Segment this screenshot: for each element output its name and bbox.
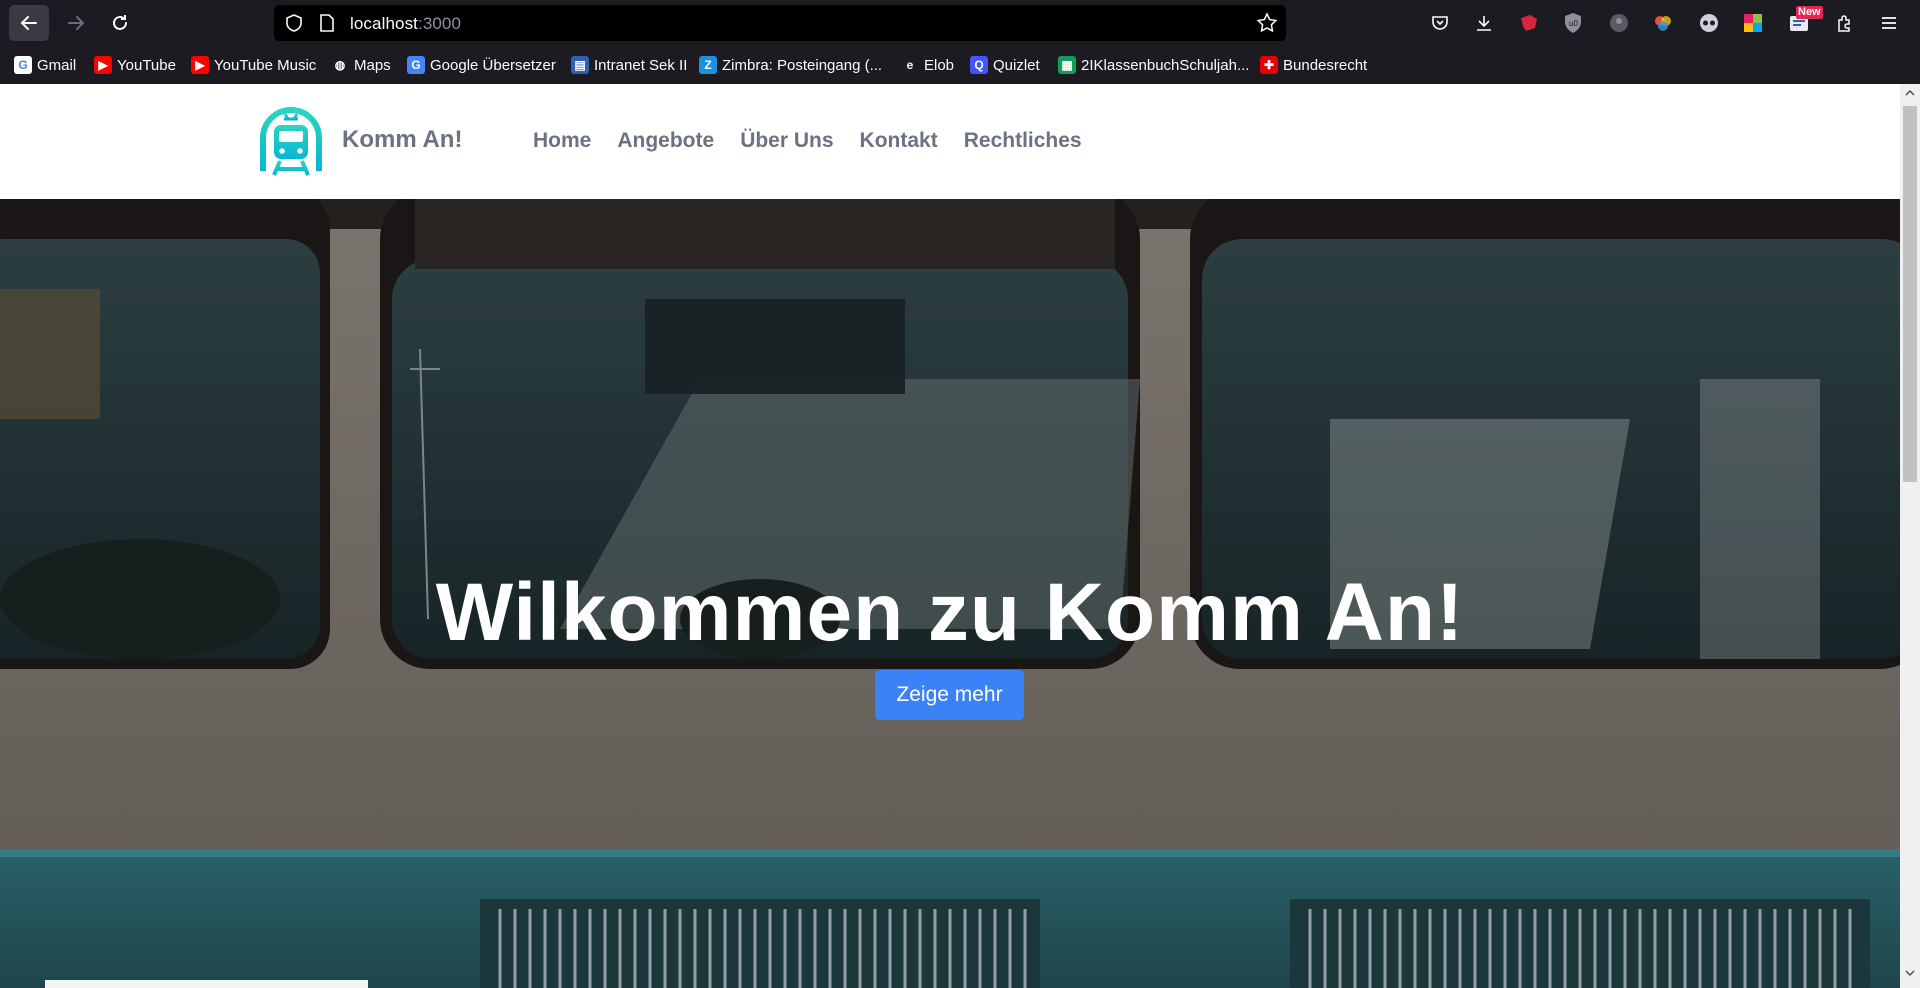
site-header: Komm An! Home Angebote Über Uns Kontakt … xyxy=(0,84,1900,199)
colorful-extension-icon[interactable] xyxy=(1740,10,1766,36)
bookmarks-bar: G Gmail ▶ YouTube ▶ YouTube Music ◍ Maps G Google… xyxy=(0,46,1920,84)
back-button[interactable] xyxy=(9,5,49,41)
hero-section: Wilkommen zu Komm An! Zeige mehr xyxy=(0,199,1900,988)
scroll-down-icon[interactable] xyxy=(1905,968,1915,978)
arrow-right-icon xyxy=(68,16,85,30)
elob-icon: e xyxy=(901,56,919,74)
ublock-icon[interactable]: u0 xyxy=(1560,10,1586,36)
new-badge: New xyxy=(1796,6,1823,19)
url-text: localhost:3000 xyxy=(350,14,462,33)
bottom-strip xyxy=(45,980,368,988)
nav-rechtliches[interactable]: Rechtliches xyxy=(964,129,1082,153)
arrow-left-icon xyxy=(20,16,37,30)
bookmark-label: Maps xyxy=(354,56,391,74)
zimbra-icon: Z xyxy=(699,56,717,74)
intranet-icon: ▤ xyxy=(571,56,589,74)
download-icon[interactable] xyxy=(1471,10,1497,36)
scrollbar-thumb[interactable] xyxy=(1903,106,1917,482)
bookmark-globe[interactable]: ◍ Maps xyxy=(331,56,391,74)
reload-icon xyxy=(113,15,127,30)
brand-name[interactable]: Komm An! xyxy=(342,126,462,154)
bookmark-label: Intranet Sek II xyxy=(594,56,688,74)
svg-text:u0: u0 xyxy=(1569,19,1578,28)
nav-ueber-uns[interactable]: Über Uns xyxy=(740,129,833,153)
new-extension-icon[interactable]: New xyxy=(1786,6,1823,36)
bookmark-label: YouTube Music xyxy=(214,56,317,74)
shield-icon[interactable] xyxy=(284,13,304,33)
hero-title: Wilkommen zu Komm An! xyxy=(435,567,1465,658)
pocket-icon[interactable] xyxy=(1427,10,1453,36)
bookmark-intranet[interactable]: ▤ Intranet Sek II xyxy=(571,56,687,74)
bookmark-label: Elob xyxy=(924,56,955,74)
bookmark-label: Zimbra: Posteingang (... xyxy=(722,56,883,74)
nav-angebote[interactable]: Angebote xyxy=(617,129,714,153)
youtube-icon: ▶ xyxy=(94,56,112,74)
bookmark-youtube[interactable]: ▶ YouTube xyxy=(94,56,176,74)
page-viewport: Komm An! Home Angebote Über Uns Kontakt … xyxy=(0,84,1920,988)
swiss-flag-icon: ✚ xyxy=(1260,56,1278,74)
bookmark-star-icon[interactable] xyxy=(1256,12,1278,34)
bookmark-label: Bundesrecht xyxy=(1283,56,1368,74)
bookmark-translate[interactable]: G Google Übersetzer xyxy=(407,56,556,74)
color-extension-icon[interactable] xyxy=(1650,10,1676,36)
train-logo-icon[interactable] xyxy=(258,103,324,179)
bookmark-quizlet[interactable]: Q Quizlet xyxy=(970,56,1040,74)
bookmark-youtube-music[interactable]: ▶ YouTube Music xyxy=(191,56,316,74)
privacy-extension-icon[interactable] xyxy=(1606,10,1632,36)
page-scrollbar[interactable] xyxy=(1900,84,1920,988)
bookmark-sheets[interactable]: ▦ 2IKlassenbuchSchuljah... xyxy=(1058,56,1249,74)
menu-hamburger-icon[interactable] xyxy=(1876,10,1902,36)
nav-home[interactable]: Home xyxy=(533,129,591,153)
gmail-icon: G xyxy=(14,56,32,74)
bookmark-label: Gmail xyxy=(37,56,77,74)
main-nav: Home Angebote Über Uns Kontakt Rechtlich… xyxy=(533,129,1082,153)
forward-button[interactable] xyxy=(56,5,96,41)
bookmark-swiss-flag[interactable]: ✚ Bundesrecht xyxy=(1260,56,1367,74)
bookmark-zimbra[interactable]: Z Zimbra: Posteingang (... xyxy=(699,56,882,74)
show-more-button[interactable]: Zeige mehr xyxy=(875,670,1024,720)
reload-button[interactable] xyxy=(100,5,140,41)
globe-icon: ◍ xyxy=(331,56,349,74)
bookmark-label: YouTube xyxy=(117,56,176,74)
quizlet-icon: Q xyxy=(970,56,988,74)
bookmark-label: Quizlet xyxy=(993,56,1040,74)
translate-icon: G xyxy=(407,56,425,74)
scroll-up-icon[interactable] xyxy=(1905,88,1915,98)
nav-kontakt[interactable]: Kontakt xyxy=(860,129,938,153)
bookmark-label: 2IKlassenbuchSchuljah... xyxy=(1081,56,1250,74)
glasses-extension-icon[interactable] xyxy=(1696,10,1722,36)
address-bar[interactable]: localhost:3000 xyxy=(274,5,1286,41)
bookmark-gmail[interactable]: G Gmail xyxy=(14,56,76,74)
page-icon[interactable] xyxy=(318,13,336,33)
extension-red-icon[interactable] xyxy=(1516,10,1542,36)
bookmark-label: Google Übersetzer xyxy=(430,56,556,74)
youtube-music-icon: ▶ xyxy=(191,56,209,74)
bookmark-elob[interactable]: e Elob xyxy=(901,56,954,74)
sheets-icon: ▦ xyxy=(1058,56,1076,74)
extensions-puzzle-icon[interactable] xyxy=(1832,10,1858,36)
browser-toolbar: localhost:3000 u0 New xyxy=(0,0,1920,46)
